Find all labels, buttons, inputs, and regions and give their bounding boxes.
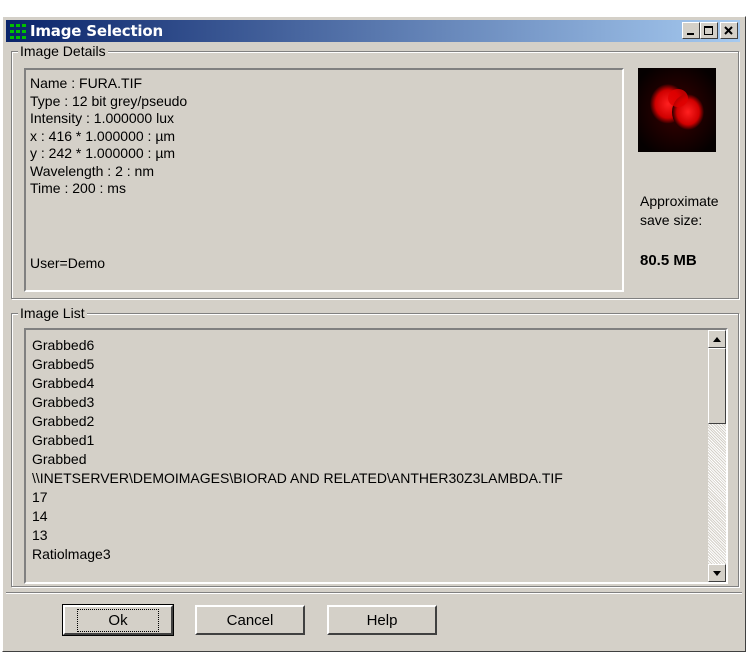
list-item[interactable]: Grabbed5 [26,355,708,374]
scroll-down-button[interactable] [708,564,726,582]
list-item[interactable]: 14 [26,507,708,526]
list-item[interactable]: Grabbed2 [26,412,708,431]
ok-button[interactable]: Ok [62,604,174,636]
list-item[interactable]: \\INETSERVER\DEMOIMAGES\BIORAD AND RELAT… [26,469,708,488]
image-details-label: Image Details [18,43,108,59]
image-selection-window: Image Selection Image Details Name : FUR… [2,16,746,652]
arrow-up-icon [713,336,721,342]
detail-name: Name : FURA.TIF [30,75,143,91]
image-details-group: Image Details Name : FURA.TIF Type : 12 … [11,43,739,299]
image-thumbnail [638,68,716,152]
list-item[interactable]: Grabbed6 [26,336,708,355]
save-size-label-1: Approximate [640,193,719,209]
help-button[interactable]: Help [327,605,437,635]
maximize-icon [704,25,713,35]
image-list-items: Grabbed6 Grabbed5 Grabbed4 Grabbed3 Grab… [26,336,708,564]
maximize-button[interactable] [700,22,718,39]
save-size-label-2: save size: [640,212,703,228]
window-title: Image Selection [30,22,163,40]
close-icon [724,25,733,35]
detail-y: y : 242 * 1.000000 : µm [30,145,176,161]
list-item[interactable]: Grabbed3 [26,393,708,412]
arrow-down-icon [713,570,721,576]
detail-intensity: Intensity : 1.000000 lux [30,110,174,126]
save-size-value: 80.5 MB [640,252,697,269]
list-item[interactable]: Grabbed4 [26,374,708,393]
image-list-label: Image List [18,305,87,321]
ok-button-label: Ok [77,608,159,632]
detail-wavelength: Wavelength : 2 : nm [30,162,154,179]
scroll-thumb[interactable] [708,348,726,424]
detail-x: x : 416 * 1.000000 : µm [30,127,176,144]
list-item[interactable]: Grabbed1 [26,431,708,450]
detail-time: Time : 200 : ms [30,180,126,196]
cancel-button-label: Cancel [226,611,274,629]
thumbnail-image [638,68,716,152]
button-divider [6,592,742,594]
detail-type: Type : 12 bit grey/pseudo [30,92,188,109]
help-button-label: Help [366,611,398,629]
cancel-button[interactable]: Cancel [195,605,305,635]
list-scrollbar[interactable] [708,330,726,582]
detail-user: User=Demo [30,255,106,271]
save-size-caption: Approximate save size: [640,192,719,230]
scroll-up-button[interactable] [708,330,726,348]
list-item[interactable]: Grabbed [26,450,708,469]
title-bar[interactable]: Image Selection [6,20,740,42]
list-item[interactable]: 13 [26,526,708,545]
minimize-icon [687,32,694,35]
minimize-button[interactable] [682,22,700,39]
image-list[interactable]: Grabbed6 Grabbed5 Grabbed4 Grabbed3 Grab… [24,328,728,584]
list-item[interactable]: 17 [26,488,708,507]
app-icon [10,24,26,39]
close-button[interactable] [720,22,738,39]
list-item[interactable]: Ratiolmage3 [26,545,708,564]
image-details-panel: Name : FURA.TIF Type : 12 bit grey/pseud… [24,68,624,292]
image-list-group: Image List Grabbed6 Grabbed5 Grabbed4 Gr… [11,305,739,587]
